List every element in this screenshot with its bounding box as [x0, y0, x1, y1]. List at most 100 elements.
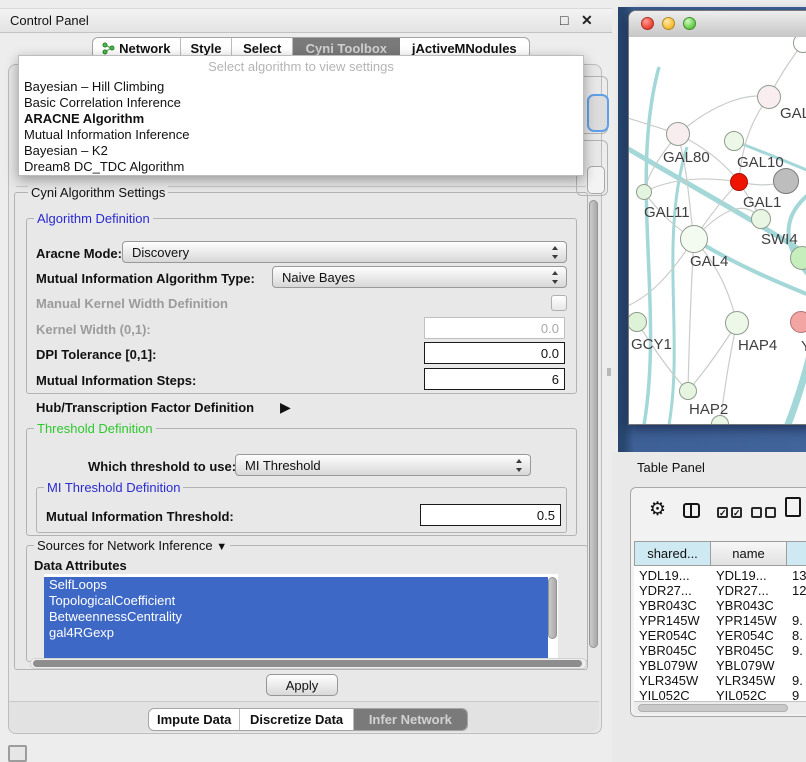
table-row[interactable]: YBR043C YBR043C: [634, 598, 806, 613]
network-node[interactable]: [666, 122, 690, 146]
tab-infer-network[interactable]: Infer Network: [354, 709, 467, 730]
close-traffic-light-icon[interactable]: [641, 17, 654, 30]
network-canvas[interactable]: GAL GAL80 GAL10 GAL1 GAL11 SWI4 GAL4 GCY…: [629, 37, 806, 424]
dropdown-item[interactable]: Basic Correlation Inference: [24, 95, 181, 111]
table-row[interactable]: YIL052C YIL052C 9: [634, 688, 806, 701]
aracne-mode-value: Discovery: [132, 245, 189, 260]
cell-extra: 9: [787, 688, 806, 701]
table-row[interactable]: YDR27... YDR27... 12: [634, 583, 806, 598]
algorithm-definition-title: Algorithm Definition: [34, 211, 153, 226]
cell-name: YBL079W: [711, 658, 787, 673]
dpi-tolerance-input[interactable]: 0.0: [424, 342, 565, 364]
list-item[interactable]: gal4RGexp: [44, 625, 548, 641]
node-label: HAP2: [689, 401, 728, 418]
table-window: ⚙ ✓ ✓ shared... name A YDL19... YDL19...…: [630, 487, 806, 717]
checked-box-icon[interactable]: ✓: [717, 507, 728, 518]
network-node[interactable]: [751, 209, 771, 229]
mi-threshold-label: Mutual Information Threshold:: [46, 509, 234, 524]
network-node[interactable]: [757, 85, 781, 109]
tab-discretize-data[interactable]: Discretize Data: [240, 709, 353, 730]
cell-extra: 9.: [787, 643, 806, 658]
network-window-titlebar[interactable]: [629, 11, 806, 38]
cell-name: YER054C: [711, 628, 787, 643]
node-label: HAP4: [738, 337, 777, 354]
network-node[interactable]: [725, 311, 749, 335]
table-row[interactable]: YDL19... YDL19... 13: [634, 568, 806, 583]
mi-threshold-input[interactable]: 0.5: [420, 504, 561, 526]
dropdown-item[interactable]: Bayesian – Hill Climbing: [24, 79, 164, 95]
table-row[interactable]: YLR345W YLR345W 9.: [634, 673, 806, 688]
close-window-icon[interactable]: ✕: [581, 12, 593, 29]
cyni-settings-title: Cyni Algorithm Settings: [28, 185, 168, 200]
expand-right-icon[interactable]: ▶: [280, 399, 291, 416]
screen-root: Control Panel □ ✕ Network Style Select C…: [0, 0, 806, 762]
mi-steps-input[interactable]: 6: [424, 368, 565, 390]
node-label: GAL1: [743, 194, 781, 211]
column-header-shared[interactable]: shared...: [634, 541, 711, 566]
cell-shared: YIL052C: [634, 688, 711, 701]
cell-shared: YLR345W: [634, 673, 711, 688]
network-node[interactable]: [773, 168, 799, 194]
network-node[interactable]: [790, 311, 806, 333]
mi-type-select[interactable]: Naive Bayes: [272, 266, 567, 288]
collapse-down-icon[interactable]: ▼: [216, 541, 227, 553]
gear-icon[interactable]: ⚙: [649, 498, 666, 521]
kernel-width-input[interactable]: 0.0: [424, 317, 565, 339]
network-node[interactable]: [680, 225, 708, 253]
dropdown-item-highlighted[interactable]: ARACNE Algorithm: [24, 111, 144, 127]
list-item[interactable]: BetweennessCentrality: [44, 609, 548, 625]
cell-name: YBR045C: [711, 643, 787, 658]
columns-icon[interactable]: [683, 503, 700, 518]
table-row[interactable]: YER054C YER054C 8.: [634, 628, 806, 643]
aracne-mode-select[interactable]: Discovery: [122, 241, 567, 263]
node-label: GAL: [780, 105, 806, 122]
dropdown-item[interactable]: Bayesian – K2: [24, 143, 108, 159]
tab-infer-network-label: Infer Network: [369, 712, 452, 727]
tab-impute-data[interactable]: Impute Data: [149, 709, 240, 730]
list-item[interactable]: TopologicalCoefficient: [44, 593, 548, 609]
list-item-partial[interactable]: [44, 641, 548, 658]
table-row[interactable]: YBL079W YBL079W: [634, 658, 806, 673]
hub-section-label: Hub/Transcription Factor Definition: [36, 400, 254, 415]
node-label: GCY1: [631, 336, 672, 353]
dropdown-item[interactable]: Mutual Information Inference: [24, 127, 189, 143]
kernel-width-label: Kernel Width (0,1):: [36, 322, 151, 337]
minimize-traffic-light-icon[interactable]: [662, 17, 675, 30]
float-window-icon[interactable]: □: [560, 12, 568, 28]
which-threshold-select[interactable]: MI Threshold: [235, 454, 531, 476]
column-header-extra[interactable]: A: [786, 541, 806, 566]
settings-vertical-scrollbar[interactable]: [589, 200, 598, 648]
network-window[interactable]: GAL GAL80 GAL10 GAL1 GAL11 SWI4 GAL4 GCY…: [628, 10, 806, 425]
network-node[interactable]: [679, 382, 697, 400]
tab-network-label: Network: [119, 41, 170, 56]
unchecked-box-icon[interactable]: [751, 507, 762, 518]
tab-discretize-data-label: Discretize Data: [250, 712, 343, 727]
unchecked-box-icon[interactable]: [765, 507, 776, 518]
table-horizontal-scrollbar[interactable]: [634, 701, 806, 714]
network-node[interactable]: [636, 184, 652, 200]
tab-style-label: Style: [190, 41, 221, 56]
table-row[interactable]: YPR145W YPR145W 9.: [634, 613, 806, 628]
column-header-name[interactable]: name: [710, 541, 787, 566]
file-icon[interactable]: [785, 497, 801, 517]
panel-splitter[interactable]: [607, 368, 611, 376]
docked-panel-icon[interactable]: [8, 745, 27, 762]
zoom-traffic-light-icon[interactable]: [683, 17, 696, 30]
node-label: Y: [801, 338, 806, 355]
network-node[interactable]: [724, 131, 744, 151]
checked-box-icon[interactable]: ✓: [731, 507, 742, 518]
settings-horizontal-scrollbar[interactable]: [30, 658, 587, 669]
list-item[interactable]: SelfLoops: [44, 577, 548, 593]
dropdown-item[interactable]: Dream8 DC_TDC Algorithm: [24, 159, 184, 175]
bottom-tabbar: Impute Data Discretize Data Infer Networ…: [148, 708, 468, 731]
focused-button-fragment: [587, 94, 609, 132]
network-node-selected[interactable]: [730, 173, 748, 191]
apply-button[interactable]: Apply: [266, 674, 338, 696]
list-vertical-scrollbar[interactable]: [548, 577, 557, 639]
cell-name: YDR27...: [711, 583, 787, 598]
cell-name: YBR043C: [711, 598, 787, 613]
which-threshold-value: MI Threshold: [245, 458, 321, 473]
mi-steps-label: Mutual Information Steps:: [36, 373, 196, 388]
table-row[interactable]: YBR045C YBR045C 9.: [634, 643, 806, 658]
manual-kernel-checkbox[interactable]: [551, 295, 567, 311]
